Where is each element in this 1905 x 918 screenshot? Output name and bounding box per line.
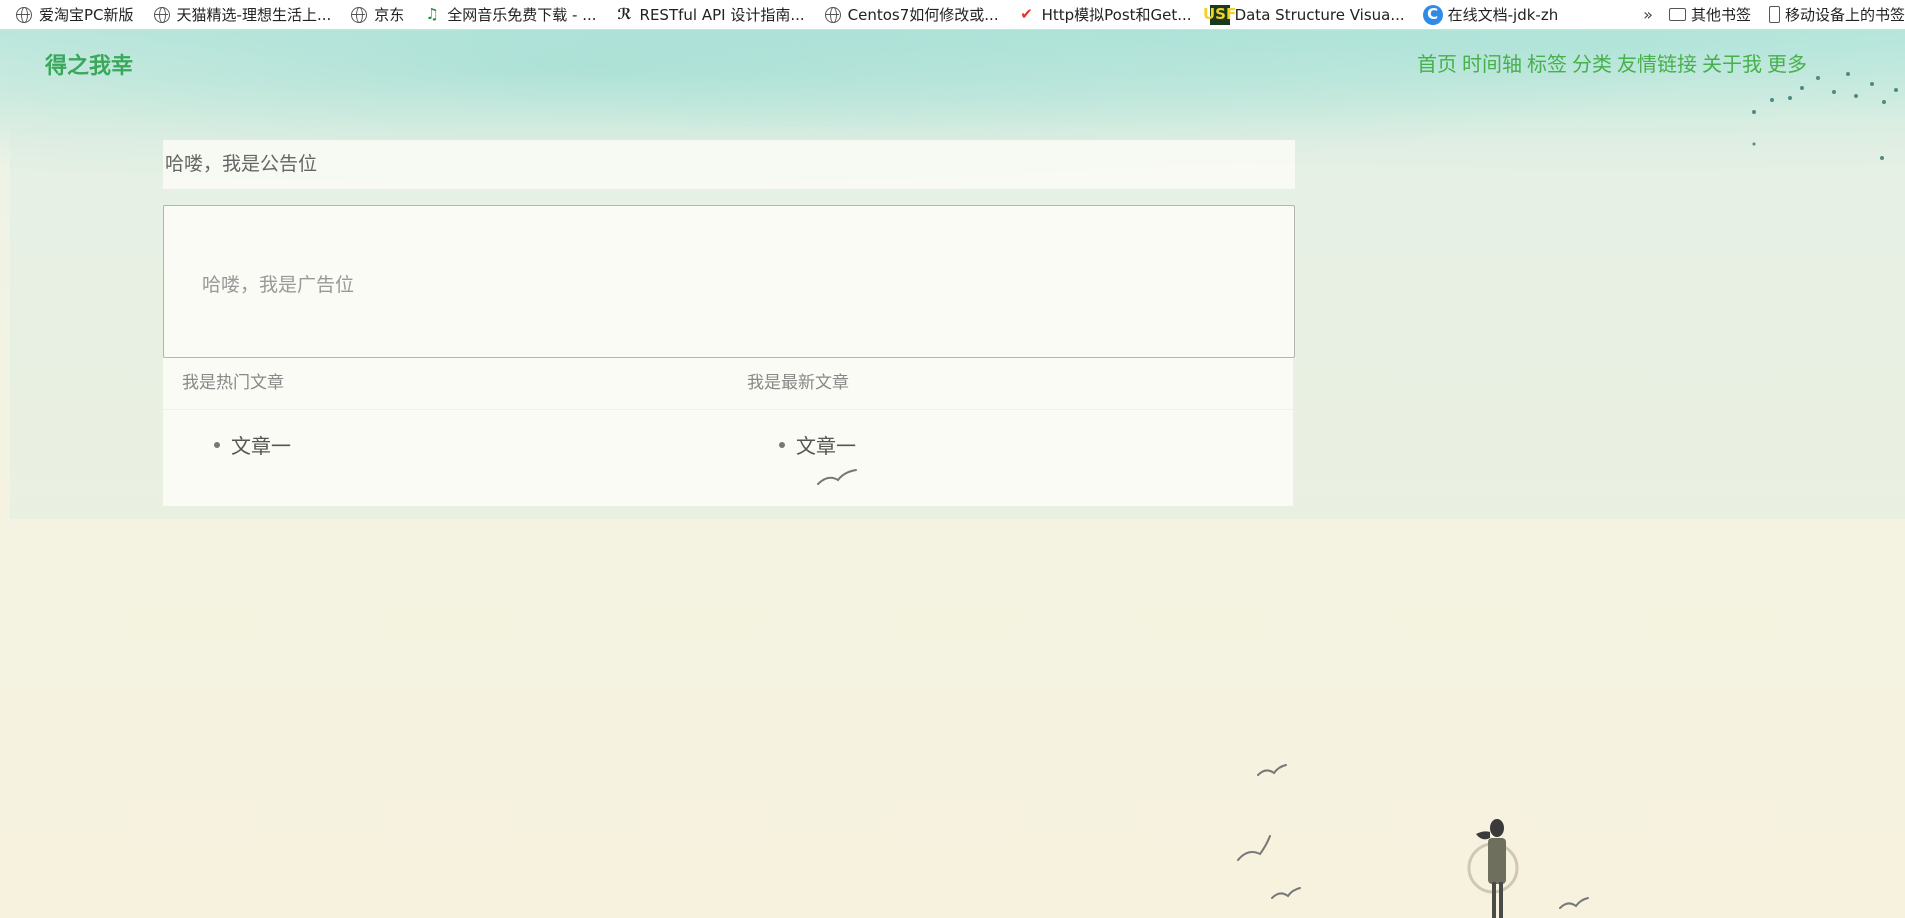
bookmarks-right: » 其他书签 移动设备上的书签 [1643, 4, 1905, 25]
notice-text: 哈喽，我是公告位 [165, 153, 318, 175]
article-link[interactable]: 文章一 [231, 430, 291, 459]
site-logo[interactable]: 得之我幸 [45, 48, 133, 80]
bullet-icon [779, 441, 785, 448]
globe-icon [823, 5, 843, 25]
bookmark-music[interactable]: ♫ 全网音乐免费下载 - ... [422, 4, 597, 25]
nav-timeline[interactable]: 时间轴 [1462, 48, 1522, 77]
checkmark-icon: ✔ [1020, 5, 1033, 23]
hot-articles-list: 文章一 [163, 430, 728, 459]
globe-icon [14, 5, 34, 25]
nav-about[interactable]: 关于我 [1702, 48, 1762, 77]
bookmarks-bar: 爱淘宝PC新版 天猫精选-理想生活上... 京东 ♫ 全网音乐免费下载 - ..… [0, 0, 1905, 30]
usf-logo-icon: USF [1202, 4, 1237, 25]
music-icon: ♫ [425, 5, 439, 23]
nav-home[interactable]: 首页 [1417, 48, 1457, 77]
bookmark-label: 移动设备上的书签 [1784, 6, 1905, 24]
rest-logo-icon: ℛ [617, 5, 632, 23]
bookmark-label: 在线文档-jdk-zh [1447, 6, 1559, 24]
list-item[interactable]: 文章一 [214, 430, 728, 459]
bookmark-label: Data Structure Visua... [1234, 5, 1405, 24]
mobile-device-icon [1768, 6, 1780, 23]
doc-logo-icon: C [1422, 4, 1443, 25]
bookmark-aitaobao[interactable]: 爱淘宝PC新版 [14, 4, 134, 25]
bookmark-http[interactable]: ✔ Http模拟Post和Get... [1017, 4, 1192, 25]
notice-banner: 哈喽，我是公告位 [163, 140, 1295, 189]
bookmark-label: 京东 [374, 6, 405, 24]
nav-tags[interactable]: 标签 [1527, 48, 1567, 77]
latest-articles-title: 我是最新文章 [728, 358, 1293, 410]
list-item[interactable]: 文章一 [779, 430, 1293, 459]
bookmark-label: Centos7如何修改或... [847, 6, 999, 24]
bookmark-restful[interactable]: ℛ RESTful API 设计指南... [615, 4, 805, 25]
bullet-icon [214, 441, 220, 448]
bookmark-data-structure[interactable]: USF Data Structure Visua... [1202, 4, 1405, 25]
ad-text: 哈喽，我是广告位 [202, 274, 355, 296]
articles-panel: 我是热门文章 文章一 我是最新文章 文章一 [163, 358, 1293, 506]
article-link[interactable]: 文章一 [796, 430, 856, 459]
bookmark-label: 爱淘宝PC新版 [39, 6, 134, 24]
bookmark-label: 全网音乐免费下载 - ... [447, 6, 597, 24]
bookmark-label: RESTful API 设计指南... [639, 6, 805, 24]
hot-articles: 我是热门文章 文章一 [163, 358, 728, 506]
bookmark-other-folder[interactable]: 其他书签 [1668, 4, 1751, 25]
bookmark-jdk-docs[interactable]: C 在线文档-jdk-zh [1422, 4, 1559, 25]
globe-icon [152, 5, 172, 25]
latest-articles-list: 文章一 [728, 430, 1293, 459]
bookmark-label: 其他书签 [1690, 6, 1751, 24]
globe-icon [349, 5, 369, 25]
bookmark-label: 天猫精选-理想生活上... [176, 6, 332, 24]
bookmark-mobile-folder[interactable]: 移动设备上的书签 [1768, 4, 1905, 25]
nav-friend-links[interactable]: 友情链接 [1617, 48, 1697, 77]
bookmark-centos[interactable]: Centos7如何修改或... [823, 4, 999, 25]
latest-articles: 我是最新文章 文章一 [728, 358, 1293, 506]
main-nav: 首页 时间轴 标签 分类 友情链接 关于我 更多 [1417, 48, 1807, 77]
bookmark-jd[interactable]: 京东 [349, 4, 404, 25]
double-chevron-icon[interactable]: » [1643, 5, 1653, 24]
nav-categories[interactable]: 分类 [1572, 48, 1612, 77]
girl-figure [1467, 819, 1519, 918]
bookmark-tmall[interactable]: 天猫精选-理想生活上... [152, 4, 332, 25]
folder-icon [1668, 8, 1686, 21]
hot-articles-title: 我是热门文章 [163, 358, 728, 410]
ad-slot[interactable]: 哈喽，我是广告位 [163, 205, 1295, 358]
nav-more[interactable]: 更多 [1767, 48, 1807, 77]
bookmark-label: Http模拟Post和Get... [1041, 6, 1192, 24]
